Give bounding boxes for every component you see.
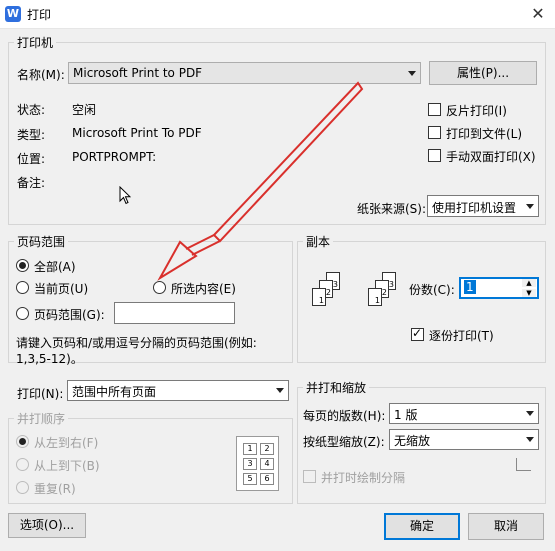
copies-count-spinner[interactable]: 1 ▲ ▼ — [459, 277, 539, 299]
properties-button[interactable]: 属性(P)... — [429, 61, 537, 85]
order-left-right-label[interactable]: 从左到右(F) — [34, 434, 98, 451]
spin-down-icon[interactable]: ▼ — [522, 289, 536, 297]
range-pages-label[interactable]: 页码范围(G): — [34, 306, 105, 323]
range-current-radio[interactable] — [16, 281, 29, 294]
preview-cell: 4 — [260, 458, 274, 470]
range-current-label[interactable]: 当前页(U) — [34, 280, 88, 297]
scale-label: 按纸型缩放(Z): — [303, 435, 385, 449]
chevron-down-icon — [408, 71, 416, 76]
preview-cell: 1 — [243, 443, 257, 455]
pages-per-sheet-select[interactable]: 1 版 — [389, 403, 539, 424]
chevron-down-icon — [276, 388, 284, 393]
manual-duplex-label[interactable]: 手动双面打印(X) — [446, 148, 536, 165]
collate-pages-icon-b: 3 2 1 — [362, 272, 406, 332]
range-all-label[interactable]: 全部(A) — [34, 258, 76, 275]
collate-checkbox[interactable] — [411, 326, 424, 341]
type-label: 类型: — [17, 128, 46, 142]
page-range-hint-line2: 1,3,5-12)。 — [16, 352, 83, 366]
copies-count-value: 1 — [464, 280, 476, 294]
preview-cell: 6 — [260, 473, 274, 485]
pages-per-sheet-value: 1 版 — [394, 408, 418, 422]
order-top-bottom-label[interactable]: 从上到下(B) — [34, 457, 100, 474]
preview-cell: 3 — [243, 458, 257, 470]
order-preview-icon: 1 2 3 4 5 6 — [236, 436, 279, 491]
resize-corner-icon — [516, 458, 531, 471]
printer-name-select[interactable]: Microsoft Print to PDF — [68, 62, 421, 84]
print-to-file-checkbox[interactable] — [428, 126, 441, 139]
page-1-icon: 1 — [312, 288, 326, 306]
order-repeat-label[interactable]: 重复(R) — [34, 480, 76, 497]
chevron-down-icon — [526, 411, 534, 416]
range-selection-label[interactable]: 所选内容(E) — [171, 280, 236, 297]
scale-select[interactable]: 无缩放 — [389, 429, 539, 450]
comment-label: 备注: — [17, 176, 46, 190]
order-group-label: 并打顺序 — [14, 410, 69, 427]
print-to-file-label[interactable]: 打印到文件(L) — [446, 125, 522, 142]
order-top-bottom-radio[interactable] — [16, 458, 29, 471]
spin-up-icon[interactable]: ▲ — [522, 279, 536, 287]
preview-cell: 2 — [260, 443, 274, 455]
mouse-cursor-icon — [119, 186, 131, 205]
printer-name-label: 名称(M): — [17, 68, 65, 82]
page-range-input[interactable] — [114, 302, 235, 324]
collate-label[interactable]: 逐份打印(T) — [429, 327, 494, 344]
type-value: Microsoft Print To PDF — [72, 126, 202, 140]
draw-borders-label[interactable]: 并打时绘制分隔 — [321, 469, 405, 486]
cancel-button[interactable]: 取消 — [468, 513, 544, 540]
status-value: 空闲 — [72, 103, 97, 117]
window-title: 打印 — [27, 8, 52, 22]
paper-source-value: 使用打印机设置 — [432, 201, 517, 215]
printer-name-value: Microsoft Print to PDF — [73, 66, 203, 80]
close-icon[interactable]: ✕ — [527, 3, 549, 25]
range-selection-radio[interactable] — [153, 281, 166, 294]
print-dialog: W 打印 ✕ 打印机 名称(M): Microsoft Print to PDF… — [0, 0, 555, 551]
reverse-print-label[interactable]: 反片打印(I) — [446, 102, 507, 119]
paper-source-label: 纸张来源(S): — [357, 202, 427, 216]
print-what-label: 打印(N): — [17, 387, 64, 401]
chevron-down-icon — [526, 204, 534, 209]
chevron-down-icon — [526, 437, 534, 442]
printer-group-label: 打印机 — [14, 34, 57, 51]
draw-borders-checkbox[interactable] — [303, 470, 316, 483]
preview-cell: 5 — [243, 473, 257, 485]
copies-count-label: 份数(C): — [409, 283, 455, 297]
zoom-group-label: 并打和缩放 — [303, 379, 370, 396]
page-range-group-label: 页码范围 — [14, 233, 69, 250]
order-repeat-radio[interactable] — [16, 481, 29, 494]
reverse-print-checkbox[interactable] — [428, 103, 441, 116]
copies-group-label: 副本 — [303, 233, 334, 250]
ok-button[interactable]: 确定 — [384, 513, 460, 540]
print-what-value: 范围中所有页面 — [72, 385, 157, 399]
where-value: PORTPROMPT: — [72, 150, 157, 164]
wps-app-icon: W — [5, 6, 21, 22]
print-what-select[interactable]: 范围中所有页面 — [67, 380, 289, 401]
paper-source-select[interactable]: 使用打印机设置 — [427, 195, 539, 217]
page-1-icon: 1 — [368, 288, 382, 306]
order-left-right-radio[interactable] — [16, 435, 29, 448]
options-button[interactable]: 选项(O)... — [8, 513, 86, 538]
range-pages-radio[interactable] — [16, 307, 29, 320]
collate-pages-icon-a: 3 2 1 — [306, 272, 350, 332]
page-range-hint-line1: 请键入页码和/或用逗号分隔的页码范围(例如: — [16, 336, 257, 350]
range-all-radio[interactable] — [16, 259, 29, 272]
where-label: 位置: — [17, 152, 46, 166]
title-bar: W 打印 ✕ — [0, 0, 555, 29]
manual-duplex-checkbox[interactable] — [428, 149, 441, 162]
pages-per-sheet-label: 每页的版数(H): — [303, 409, 386, 423]
scale-value: 无缩放 — [394, 434, 431, 448]
status-label: 状态: — [17, 103, 46, 117]
